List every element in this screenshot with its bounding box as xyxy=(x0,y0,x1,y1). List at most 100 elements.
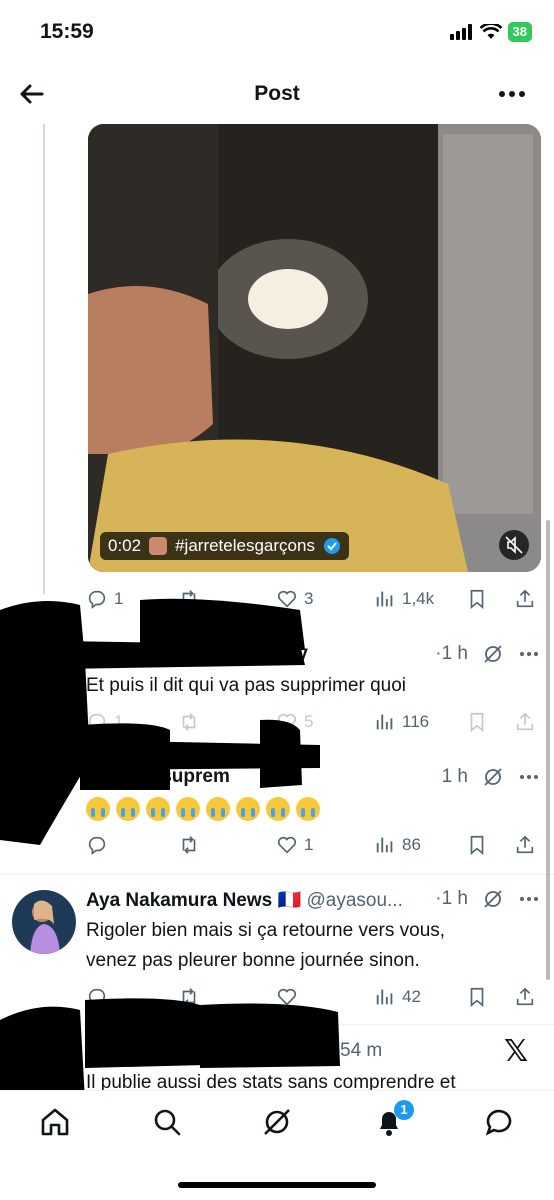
view-count: 42 xyxy=(402,987,421,1006)
search-icon[interactable] xyxy=(150,1105,184,1139)
messages-icon[interactable] xyxy=(482,1105,516,1139)
crying-emoji xyxy=(116,796,140,821)
view-count: 116 xyxy=(402,712,430,731)
more-horizontal-icon[interactable] xyxy=(518,643,540,665)
notifications-badge: 1 xyxy=(394,1100,414,1120)
like-icon xyxy=(277,988,297,1006)
tweet-time-value: 1 h xyxy=(441,643,468,664)
like-icon xyxy=(277,836,297,854)
tweet-header: ra suprem 1 h xyxy=(86,766,540,792)
author-name[interactable]: obses xyxy=(86,643,141,664)
tweet-text-line-2: venez pas pleurer bonne journée sinon. xyxy=(86,950,420,971)
crying-emoji xyxy=(206,796,230,821)
crying-emoji xyxy=(176,796,200,821)
share-icon xyxy=(516,589,534,608)
status-icons: 38 xyxy=(449,22,532,42)
retweet-button[interactable] xyxy=(178,983,200,1011)
top-nav: Post xyxy=(0,66,554,122)
grok-icon[interactable] xyxy=(482,643,504,665)
author-handle[interactable]: @ayasou... xyxy=(306,890,402,911)
reply-tweet-3[interactable]: Aya Nakamura News 🇫🇷 @ayasou... ·1 h Rig… xyxy=(0,888,554,988)
x-logo-icon[interactable]: 𝕏 xyxy=(504,1037,532,1067)
flag-icon: 🇫🇷 xyxy=(277,890,302,911)
reply-button[interactable] xyxy=(86,831,108,859)
video-player[interactable]: 0:02 #jarretelesgarçons xyxy=(88,124,541,572)
status-bar: 15:59 38 xyxy=(0,0,554,66)
like-button[interactable] xyxy=(276,983,298,1011)
tweet-header: obses acy ·1 h xyxy=(86,643,540,669)
tweet-header: A 54 m xyxy=(86,1040,540,1066)
grok-icon[interactable] xyxy=(482,766,504,788)
retweet-icon xyxy=(182,590,196,608)
more-icon[interactable] xyxy=(498,82,526,106)
tweet-meta: 1 h xyxy=(442,766,540,788)
like-button[interactable]: 1 xyxy=(276,831,313,859)
battery-indicator: 38 xyxy=(507,22,532,42)
views-button[interactable]: 1,4k xyxy=(374,585,434,613)
bookmark-icon xyxy=(470,987,484,1008)
grok-icon[interactable] xyxy=(260,1105,294,1139)
emoji-row xyxy=(86,794,534,824)
bookmark-button[interactable] xyxy=(466,585,488,613)
author-name[interactable]: A xyxy=(86,1040,100,1061)
retweet-button[interactable] xyxy=(178,585,200,613)
thread-line xyxy=(43,124,45,594)
author-name-suffix[interactable]: ra suprem xyxy=(138,766,230,787)
retweet-icon xyxy=(182,988,196,1006)
battery-level: 38 xyxy=(512,24,527,39)
mute-icon[interactable] xyxy=(499,530,529,560)
share-icon xyxy=(516,835,534,854)
home-icon[interactable] xyxy=(38,1105,72,1139)
scrollbar[interactable] xyxy=(546,520,550,980)
tweet-time: ·1 h xyxy=(435,888,468,909)
more-horizontal-icon[interactable] xyxy=(518,766,540,788)
tweet-meta: ·1 h xyxy=(435,888,540,910)
views-button[interactable]: 86 xyxy=(374,831,421,859)
views-icon xyxy=(376,591,393,607)
author-name[interactable]: Aya Nakamura News xyxy=(86,890,272,911)
like-count: 3 xyxy=(304,589,314,608)
status-time: 15:59 xyxy=(40,20,94,43)
views-button[interactable]: 116 xyxy=(374,708,429,736)
page-title: Post xyxy=(254,82,300,105)
tweet-text: Et puis il dit qui va pas supprimer quoi xyxy=(86,675,406,696)
divider xyxy=(0,874,554,875)
share-button[interactable] xyxy=(514,983,536,1011)
tweet-meta: ·1 h xyxy=(435,643,540,665)
bookmark-button[interactable] xyxy=(466,983,488,1011)
reply3-actions: 42 xyxy=(86,983,546,1011)
view-count: 1,4k xyxy=(402,589,435,608)
grok-icon[interactable] xyxy=(482,888,504,910)
verified-icon xyxy=(323,538,340,554)
crying-emoji xyxy=(236,796,260,821)
like-button[interactable]: 3 xyxy=(276,585,313,613)
author-name-suffix[interactable]: acy xyxy=(276,643,308,664)
reply-button[interactable] xyxy=(86,983,108,1011)
tweet-text-line-1: Rigoler bien mais si ça retourne vers vo… xyxy=(86,920,446,941)
video-hashtag[interactable]: #jarretelesgarçons xyxy=(175,536,315,556)
reply1-actions-right: 116 xyxy=(86,708,546,736)
reply-button[interactable]: 1 xyxy=(86,585,123,613)
share-button[interactable] xyxy=(514,708,536,736)
retweet-button[interactable] xyxy=(178,831,200,859)
crying-emoji xyxy=(266,796,290,821)
views-icon xyxy=(376,837,393,853)
wifi-icon xyxy=(479,24,502,39)
views-button[interactable]: 42 xyxy=(374,983,421,1011)
share-button[interactable] xyxy=(514,831,536,859)
reply-count: 1 xyxy=(114,589,124,608)
view-count: 86 xyxy=(402,835,421,854)
signal-icon xyxy=(449,24,472,40)
video-frame xyxy=(88,124,541,572)
share-button[interactable] xyxy=(514,585,536,613)
share-icon xyxy=(516,712,534,731)
reply-icon xyxy=(88,988,106,1007)
bookmark-button[interactable] xyxy=(466,708,488,736)
reply-tweet-4[interactable]: A 54 m Il publie aussi des stats sans co… xyxy=(0,1040,554,1093)
video-caption: 0:02 #jarretelesgarçons xyxy=(100,532,349,560)
bookmark-button[interactable] xyxy=(466,831,488,859)
bookmark-icon xyxy=(470,589,484,610)
tweet-header: Aya Nakamura News 🇫🇷 @ayasou... ·1 h xyxy=(86,888,540,914)
reply-icon xyxy=(88,836,106,855)
more-horizontal-icon[interactable] xyxy=(518,888,540,910)
